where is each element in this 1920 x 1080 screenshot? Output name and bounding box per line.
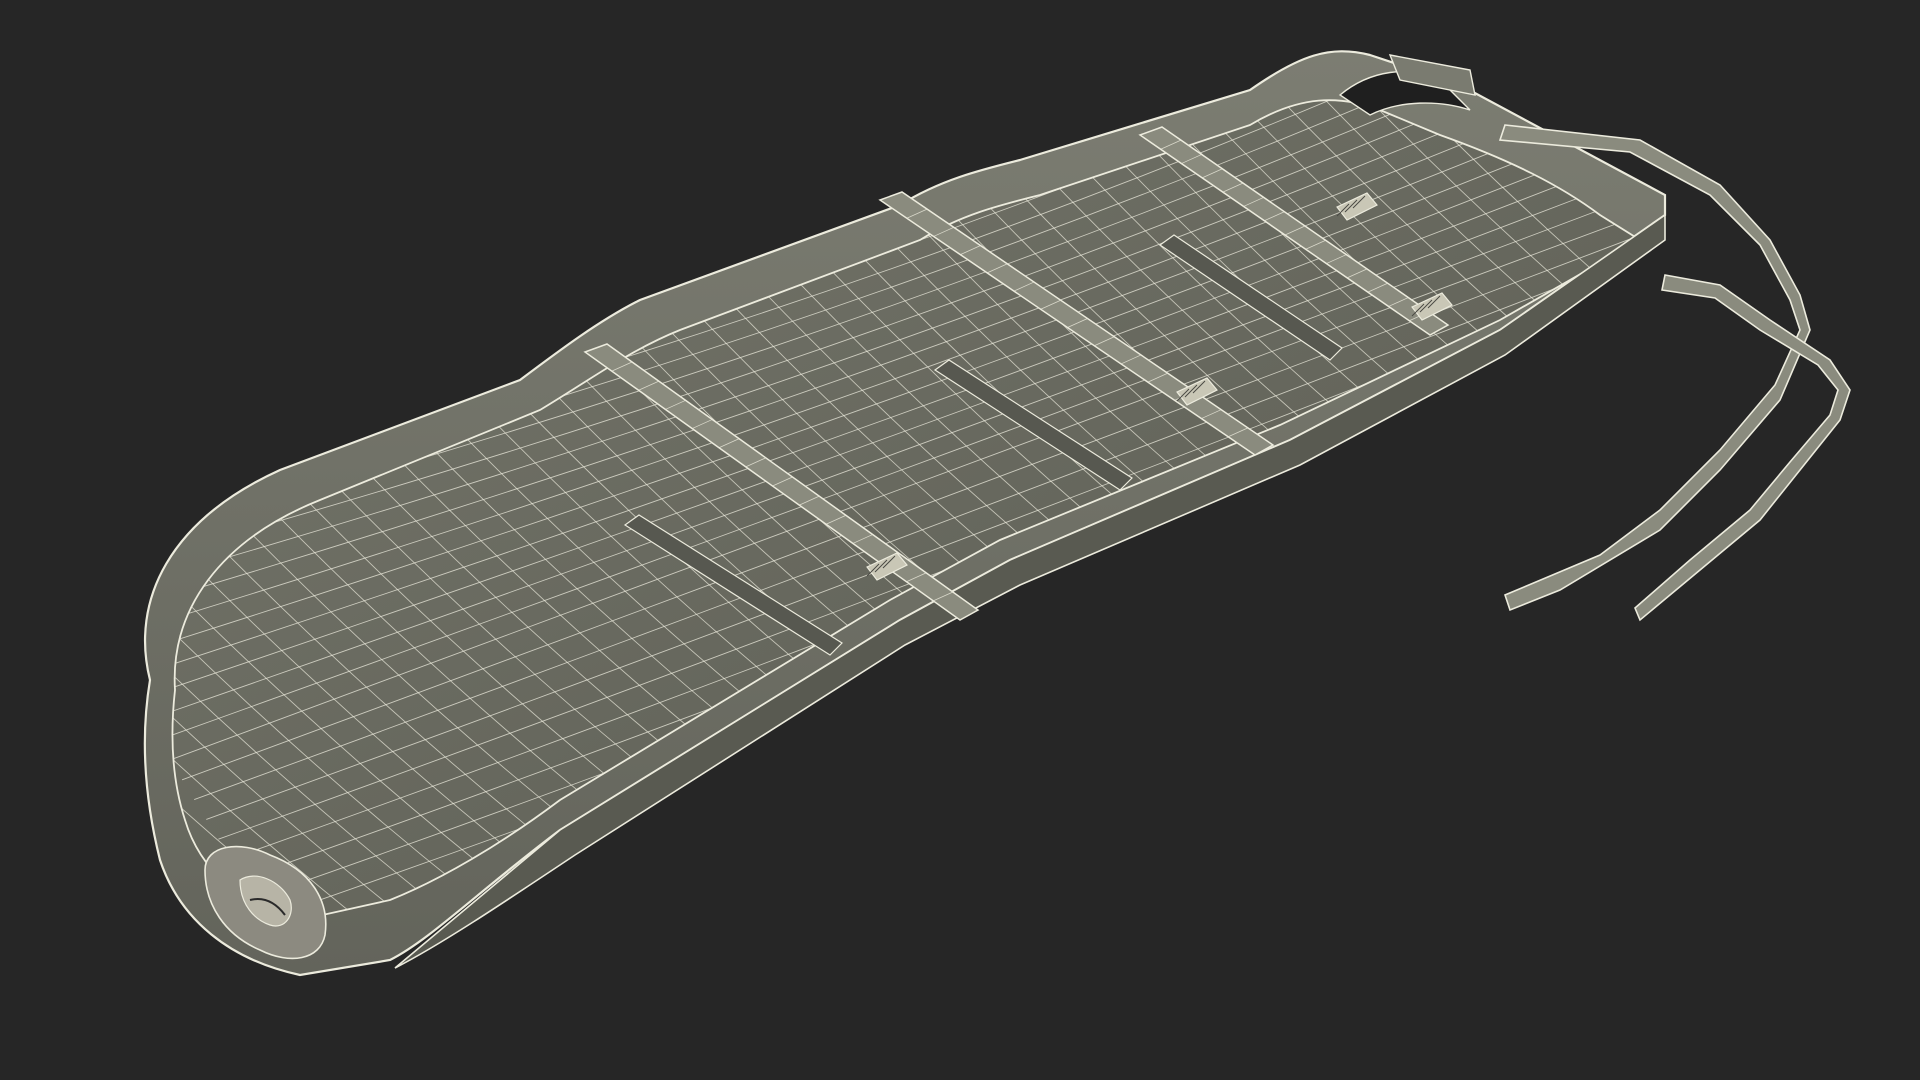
tow-strap-lower bbox=[1634, 274, 1851, 622]
render-viewport[interactable] bbox=[0, 0, 1920, 1080]
sled-wireframe-render bbox=[143, 50, 1851, 977]
